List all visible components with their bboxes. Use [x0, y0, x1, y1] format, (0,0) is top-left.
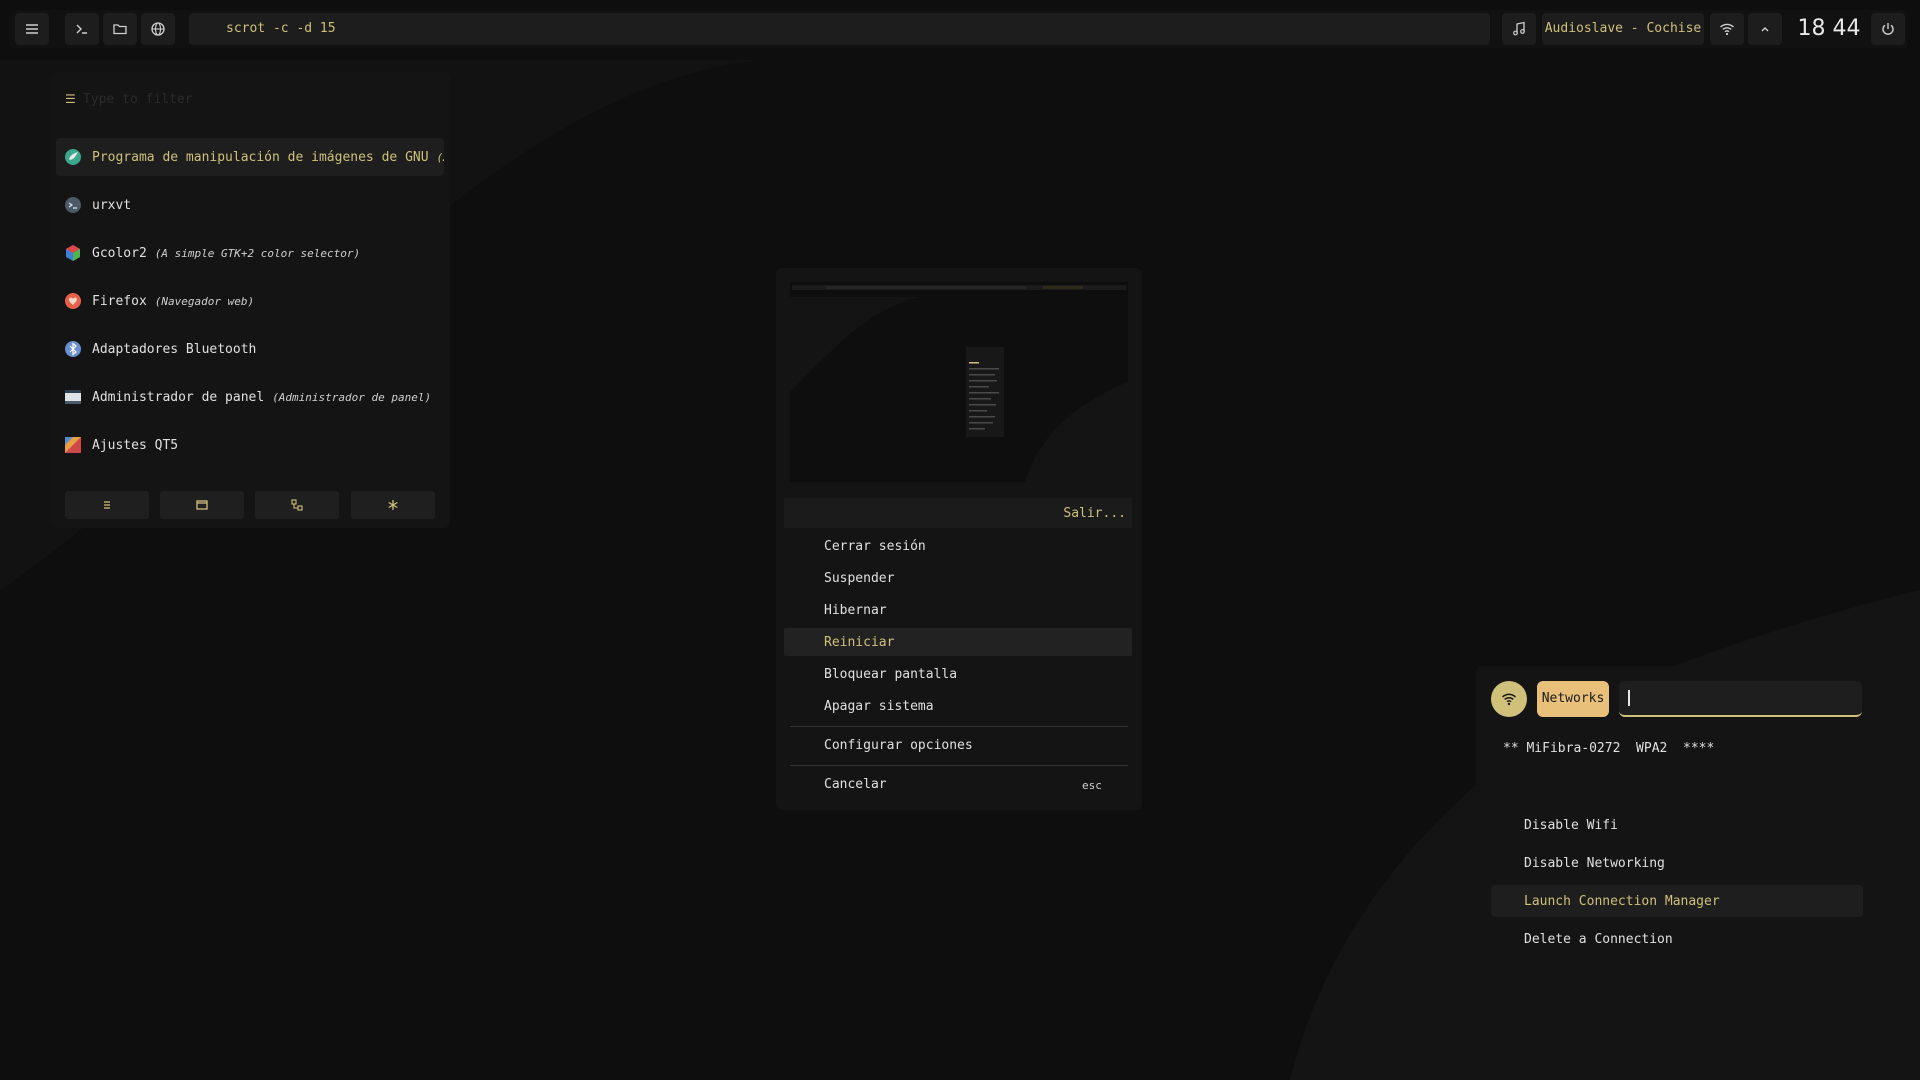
app-name: urxvt — [92, 197, 132, 213]
net-item-label: Delete a Connection — [1524, 932, 1673, 947]
mode-button-list[interactable] — [65, 491, 149, 519]
power-item-label: Apagar sistema — [824, 699, 934, 714]
shortcut-key: esc — [1082, 779, 1102, 792]
power-menu-title: Salir... — [1063, 506, 1126, 521]
net-item-delete-connection[interactable]: Delete a Connection — [1491, 923, 1863, 955]
power-item-logout[interactable]: Cerrar sesión — [784, 532, 1132, 560]
app-item-gcolor2[interactable]: Gcolor2 (A simple GTK+2 color selector) — [56, 234, 444, 272]
menu-icon — [26, 24, 38, 34]
app-item-urxvt[interactable]: urxvt — [56, 186, 444, 224]
networks-badge: Networks — [1537, 681, 1609, 717]
net-item-disable-networking[interactable]: Disable Networking — [1491, 847, 1863, 879]
mode-button-tree[interactable] — [255, 491, 339, 519]
gimp-icon — [64, 148, 82, 166]
wifi-icon — [1720, 23, 1734, 36]
list-icon: ☰ — [65, 92, 76, 106]
app-description: (Administrador de panel) — [272, 390, 432, 404]
power-item-suspend[interactable]: Suspender — [784, 564, 1132, 592]
mode-button-window[interactable] — [160, 491, 244, 519]
app-item-panel-manager[interactable]: Administrador de panel (Administrador de… — [56, 378, 444, 416]
panel-icon — [64, 388, 82, 406]
power-item-label: Hibernar — [824, 603, 887, 618]
divider — [790, 726, 1128, 727]
net-item-label: Disable Wifi — [1524, 818, 1618, 833]
app-name: Programa de manipulación de imágenes de … — [92, 149, 429, 165]
music-button[interactable] — [1502, 13, 1536, 45]
app-item-qt5-settings[interactable]: Ajustes QT5 — [56, 426, 444, 464]
clock: 18 44 — [1797, 16, 1861, 41]
app-name: Administrador de panel — [92, 389, 265, 405]
app-name: Ajustes QT5 — [92, 437, 179, 453]
app-description: (A simple GTK+2 color selector) — [154, 246, 361, 260]
menu-button[interactable] — [15, 13, 49, 45]
power-item-label: Suspender — [824, 571, 895, 586]
wifi-button[interactable] — [1710, 13, 1744, 45]
power-item-shutdown[interactable]: Apagar sistema — [784, 692, 1132, 720]
power-button[interactable] — [1871, 13, 1905, 45]
power-icon — [1882, 23, 1894, 35]
tree-mode-icon — [291, 499, 303, 511]
power-item-label: Cerrar sesión — [824, 539, 926, 554]
wifi-icon — [1501, 693, 1517, 706]
command-display[interactable]: scrot -c -d 15 — [189, 13, 1490, 45]
power-item-hibernate[interactable]: Hibernar — [784, 596, 1132, 624]
text-caret — [1628, 690, 1630, 706]
power-item-label: Cancelar — [824, 777, 887, 792]
power-item-label: Reiniciar — [824, 635, 895, 650]
mode-button-asterisk[interactable] — [351, 491, 435, 519]
app-description: (Navegador web) — [154, 294, 255, 308]
firefox-icon — [64, 292, 82, 310]
power-item-cancel[interactable]: Cancelar esc — [784, 770, 1132, 798]
network-menu: Networks ** MiFibra-0272 WPA2 **** Disab… — [1476, 666, 1876, 1010]
power-item-reboot[interactable]: Reiniciar — [784, 628, 1132, 656]
app-name: Adaptadores Bluetooth — [92, 341, 257, 357]
app-description: (Edi… — [436, 150, 444, 164]
bluetooth-icon — [64, 340, 82, 358]
folder-icon — [113, 24, 127, 35]
terminal-icon — [64, 196, 82, 214]
chevron-up-icon — [1761, 27, 1769, 32]
divider — [790, 765, 1128, 766]
power-item-label: Configurar opciones — [824, 738, 973, 753]
network-search-input[interactable] — [1619, 681, 1862, 717]
qt-settings-icon — [64, 436, 82, 454]
net-item-launch-connection-manager[interactable]: Launch Connection Manager — [1491, 885, 1863, 917]
power-menu-header: Salir... — [784, 498, 1132, 528]
power-item-configure[interactable]: Configurar opciones — [784, 731, 1132, 759]
music-note-icon — [1513, 21, 1525, 36]
browser-button[interactable] — [141, 13, 175, 45]
terminal-icon — [76, 24, 87, 34]
tray-toggle-button[interactable] — [1748, 13, 1782, 45]
app-item-gimp[interactable]: Programa de manipulación de imágenes de … — [56, 138, 444, 176]
filter-input[interactable] — [83, 88, 423, 110]
app-name: Gcolor2 — [92, 245, 147, 261]
window-mode-icon — [196, 500, 208, 510]
top-bar: scrot -c -d 15 Audioslave - Cochise 18 4… — [10, 10, 1908, 48]
terminal-button[interactable] — [65, 13, 99, 45]
network-connection[interactable]: ** MiFibra-0272 WPA2 **** — [1503, 741, 1714, 756]
asterisk-mode-icon — [388, 500, 398, 510]
command-text: scrot -c -d 15 — [226, 21, 336, 36]
net-item-label: Disable Networking — [1524, 856, 1665, 871]
gcolor-icon — [64, 244, 82, 262]
power-menu: Salir... Cerrar sesión Suspender Hiberna… — [776, 268, 1142, 810]
app-name: Firefox — [92, 293, 147, 309]
files-button[interactable] — [103, 13, 137, 45]
power-item-lock-screen[interactable]: Bloquear pantalla — [784, 660, 1132, 688]
globe-icon — [151, 22, 165, 36]
app-item-bluetooth[interactable]: Adaptadores Bluetooth — [56, 330, 444, 368]
app-item-firefox[interactable]: Firefox (Navegador web) — [56, 282, 444, 320]
net-item-label: Launch Connection Manager — [1524, 894, 1720, 909]
net-item-disable-wifi[interactable]: Disable Wifi — [1491, 809, 1863, 841]
screenshot-preview — [790, 282, 1128, 482]
wifi-status-button[interactable] — [1491, 681, 1527, 717]
list-mode-icon — [104, 501, 110, 509]
now-playing[interactable]: Audioslave - Cochise — [1542, 13, 1704, 45]
power-item-label: Bloquear pantalla — [824, 667, 958, 682]
app-launcher: ☰ Programa de manipulación de imágenes d… — [50, 72, 450, 528]
